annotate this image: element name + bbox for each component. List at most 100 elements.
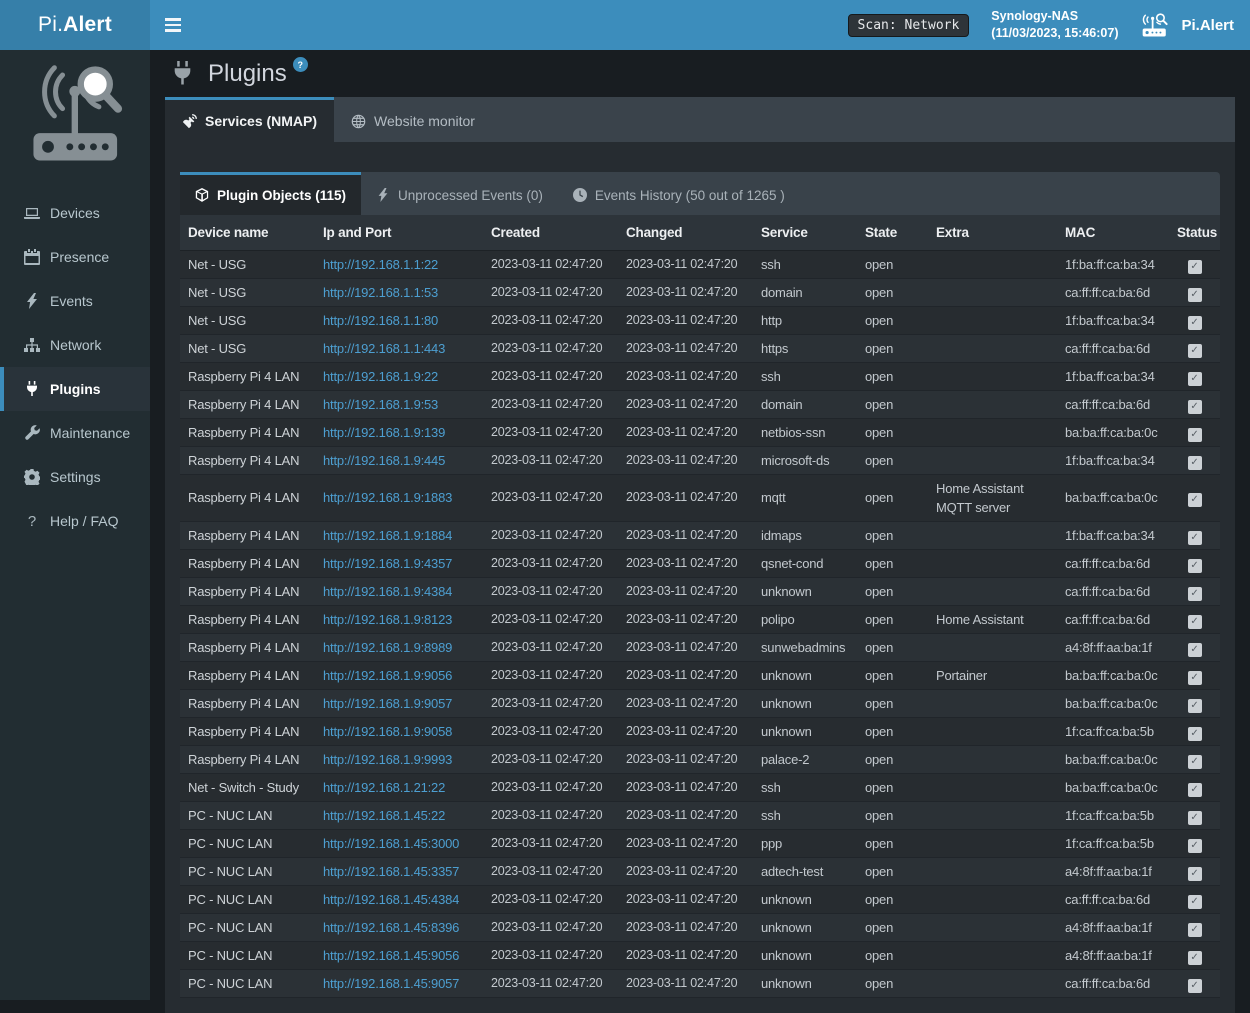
ip-port-link[interactable]: http://192.168.1.9:9057: [323, 696, 452, 711]
checkbox-checked-icon[interactable]: ✓: [1188, 811, 1202, 825]
col-ip-port[interactable]: Ip and Port: [315, 215, 483, 250]
extra-cell: [928, 857, 1057, 885]
sidebar-item-help[interactable]: ? Help / FAQ: [0, 499, 150, 543]
sidebar-item-plugins[interactable]: Plugins: [0, 367, 150, 411]
service-cell: unknown: [753, 661, 857, 689]
ip-port-link[interactable]: http://192.168.1.9:139: [323, 425, 445, 440]
col-device-name[interactable]: Device name: [180, 215, 315, 250]
sidebar-item-presence[interactable]: Presence: [0, 235, 150, 279]
col-status[interactable]: Status: [1169, 215, 1220, 250]
checkbox-checked-icon[interactable]: ✓: [1188, 372, 1202, 386]
table-row: Raspberry Pi 4 LAN http://192.168.1.9:81…: [180, 605, 1220, 633]
checkbox-checked-icon[interactable]: ✓: [1188, 400, 1202, 414]
changed-cell: 2023-03-11 02:47:20: [618, 278, 753, 306]
created-cell: 2023-03-11 02:47:20: [483, 689, 618, 717]
changed-cell: 2023-03-11 02:47:20: [618, 801, 753, 829]
help-badge[interactable]: ?: [293, 57, 308, 72]
col-mac[interactable]: MAC: [1057, 215, 1169, 250]
checkbox-checked-icon[interactable]: ✓: [1188, 288, 1202, 302]
sidebar-item-maintenance[interactable]: Maintenance: [0, 411, 150, 455]
ip-port-link[interactable]: http://192.168.1.1:80: [323, 313, 438, 328]
ip-port-link[interactable]: http://192.168.1.9:9993: [323, 752, 452, 767]
checkbox-checked-icon[interactable]: ✓: [1188, 587, 1202, 601]
checkbox-checked-icon[interactable]: ✓: [1188, 344, 1202, 358]
checkbox-checked-icon[interactable]: ✓: [1188, 839, 1202, 853]
checkbox-checked-icon[interactable]: ✓: [1188, 727, 1202, 741]
checkbox-checked-icon[interactable]: ✓: [1188, 559, 1202, 573]
sidebar-item-settings[interactable]: Settings: [0, 455, 150, 499]
checkbox-checked-icon[interactable]: ✓: [1188, 951, 1202, 965]
ip-port-link[interactable]: http://192.168.1.9:53: [323, 397, 438, 412]
laptop-icon: [24, 205, 40, 221]
ip-port-link[interactable]: http://192.168.1.45:4384: [323, 892, 459, 907]
checkbox-checked-icon[interactable]: ✓: [1188, 643, 1202, 657]
subtab-plugin-objects[interactable]: Plugin Objects (115): [180, 172, 361, 215]
ip-port-link[interactable]: http://192.168.1.45:3000: [323, 836, 459, 851]
ip-port-cell: http://192.168.1.9:22: [315, 362, 483, 390]
tab-services-nmap[interactable]: Services (NMAP): [165, 97, 334, 142]
navbar-brand-right[interactable]: Pi.Alert: [1140, 12, 1234, 38]
tab-website-monitor[interactable]: Website monitor: [334, 97, 492, 142]
sidebar-item-network[interactable]: Network: [0, 323, 150, 367]
mac-cell: ba:ba:ff:ca:ba:0c: [1057, 773, 1169, 801]
ip-port-link[interactable]: http://192.168.1.9:1884: [323, 528, 452, 543]
extra-cell: [928, 689, 1057, 717]
extra-cell: [928, 633, 1057, 661]
checkbox-checked-icon[interactable]: ✓: [1188, 615, 1202, 629]
ip-port-link[interactable]: http://192.168.1.9:22: [323, 369, 438, 384]
subtab-unprocessed-events[interactable]: Unprocessed Events (0): [361, 172, 558, 215]
table-row: PC - NUC LAN http://192.168.1.45:9056 20…: [180, 941, 1220, 969]
ip-port-cell: http://192.168.1.21:22: [315, 773, 483, 801]
ip-port-link[interactable]: http://192.168.1.9:8123: [323, 612, 452, 627]
subtab-events-history[interactable]: Events History (50 out of 1265 ): [558, 172, 800, 215]
ip-port-link[interactable]: http://192.168.1.9:9058: [323, 724, 452, 739]
ip-port-link[interactable]: http://192.168.1.1:443: [323, 341, 445, 356]
col-changed[interactable]: Changed: [618, 215, 753, 250]
mac-cell: ba:ba:ff:ca:ba:0c: [1057, 418, 1169, 446]
status-cell: ✓: [1169, 250, 1220, 278]
ip-port-link[interactable]: http://192.168.1.45:3357: [323, 864, 459, 879]
checkbox-checked-icon[interactable]: ✓: [1188, 979, 1202, 993]
checkbox-checked-icon[interactable]: ✓: [1188, 699, 1202, 713]
changed-cell: 2023-03-11 02:47:20: [618, 605, 753, 633]
checkbox-checked-icon[interactable]: ✓: [1188, 867, 1202, 881]
checkbox-checked-icon[interactable]: ✓: [1188, 260, 1202, 274]
status-cell: ✓: [1169, 689, 1220, 717]
ip-port-link[interactable]: http://192.168.1.21:22: [323, 780, 445, 795]
checkbox-checked-icon[interactable]: ✓: [1188, 923, 1202, 937]
sidebar-item-events[interactable]: Events: [0, 279, 150, 323]
col-created[interactable]: Created: [483, 215, 618, 250]
checkbox-checked-icon[interactable]: ✓: [1188, 316, 1202, 330]
sidebar-item-devices[interactable]: Devices: [0, 191, 150, 235]
checkbox-checked-icon[interactable]: ✓: [1188, 895, 1202, 909]
state-cell: open: [857, 390, 928, 418]
ip-port-link[interactable]: http://192.168.1.1:22: [323, 257, 438, 272]
device-name-cell: Raspberry Pi 4 LAN: [180, 446, 315, 474]
ip-port-link[interactable]: http://192.168.1.45:22: [323, 808, 445, 823]
checkbox-checked-icon[interactable]: ✓: [1188, 428, 1202, 442]
ip-port-link[interactable]: http://192.168.1.45:9056: [323, 948, 459, 963]
brand-logo[interactable]: Pi.Alert: [0, 0, 150, 50]
extra-cell: [928, 446, 1057, 474]
ip-port-link[interactable]: http://192.168.1.1:53: [323, 285, 438, 300]
checkbox-checked-icon[interactable]: ✓: [1188, 493, 1202, 507]
ip-port-link[interactable]: http://192.168.1.45:9057: [323, 976, 459, 991]
checkbox-checked-icon[interactable]: ✓: [1188, 671, 1202, 685]
ip-port-link[interactable]: http://192.168.1.9:4384: [323, 584, 452, 599]
col-extra[interactable]: Extra: [928, 215, 1057, 250]
col-state[interactable]: State: [857, 215, 928, 250]
ip-port-link[interactable]: http://192.168.1.9:1883: [323, 490, 452, 505]
changed-cell: 2023-03-11 02:47:20: [618, 689, 753, 717]
checkbox-checked-icon[interactable]: ✓: [1188, 755, 1202, 769]
hamburger-icon[interactable]: [150, 0, 196, 50]
ip-port-link[interactable]: http://192.168.1.9:8989: [323, 640, 452, 655]
ip-port-link[interactable]: http://192.168.1.9:445: [323, 453, 445, 468]
checkbox-checked-icon[interactable]: ✓: [1188, 531, 1202, 545]
col-service[interactable]: Service: [753, 215, 857, 250]
ip-port-link[interactable]: http://192.168.1.45:8396: [323, 920, 459, 935]
ip-port-link[interactable]: http://192.168.1.9:9056: [323, 668, 452, 683]
ip-port-link[interactable]: http://192.168.1.9:4357: [323, 556, 452, 571]
cube-icon: [195, 188, 209, 202]
checkbox-checked-icon[interactable]: ✓: [1188, 783, 1202, 797]
checkbox-checked-icon[interactable]: ✓: [1188, 456, 1202, 470]
